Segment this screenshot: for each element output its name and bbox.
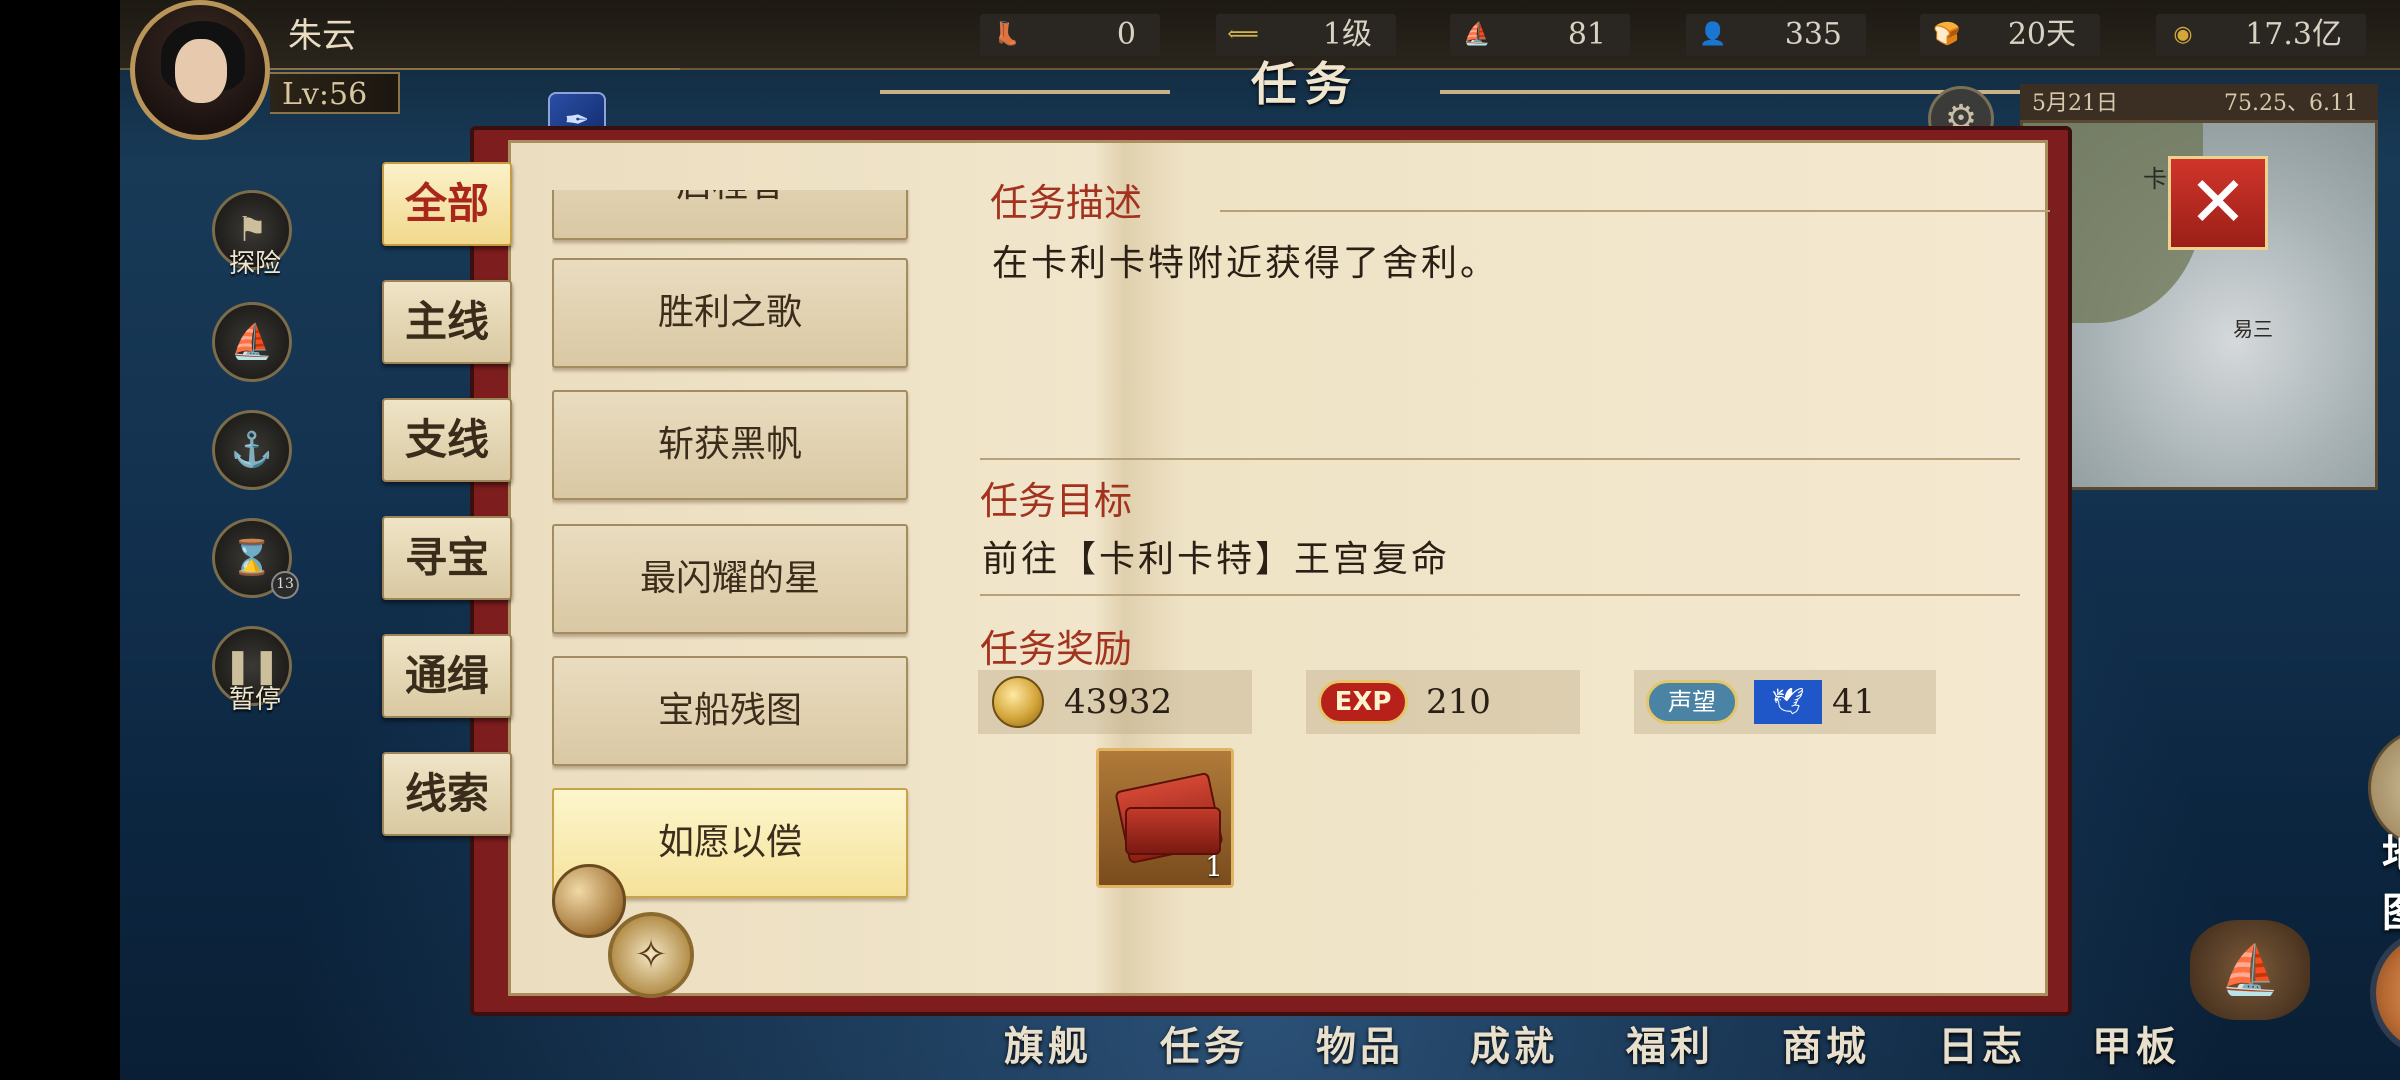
boot-resource[interactable]: 👢 0: [980, 14, 1160, 56]
nav-flagship[interactable]: 旗舰: [1004, 1014, 1092, 1072]
nav-log[interactable]: 日志: [1938, 1014, 2026, 1072]
explore-flag-icon: ⚑: [236, 210, 268, 250]
sail-icon: ⛵: [230, 322, 274, 362]
reputation-badge-icon: 声望: [1646, 680, 1738, 724]
resource-value: 20天: [2007, 17, 2076, 52]
nav-achievements[interactable]: 成就: [1470, 1014, 1558, 1072]
ship-icon[interactable]: ⛵: [2190, 920, 2310, 1020]
resource-value: 81: [1567, 17, 1606, 52]
food-resource[interactable]: 🍞 20天: [1920, 14, 2100, 56]
gold-reward-value: 43932: [1064, 682, 1173, 722]
pause-label: 暂停: [228, 685, 281, 715]
nav-welfare[interactable]: 福利: [1626, 1014, 1714, 1072]
title-wing-right: [1440, 90, 2020, 94]
description-title: 任务描述: [990, 181, 1143, 225]
sailor-icon: 👤: [1699, 22, 1727, 47]
map-button-label[interactable]: 地图: [2382, 822, 2400, 938]
reward-item-slot[interactable]: 1: [1096, 748, 1234, 888]
avatar-face: [175, 39, 227, 103]
boot-icon: 👢: [993, 22, 1021, 47]
player-level: Lv:56: [270, 72, 400, 114]
nav-quests[interactable]: 任务: [1160, 1014, 1248, 1072]
rank-icon: ⟸: [1227, 22, 1259, 47]
quest-item[interactable]: 最闪耀的星: [552, 524, 908, 634]
minimap-header: 5月21日 75.25、6.11: [2020, 84, 2378, 124]
nav-shop[interactable]: 商城: [1782, 1014, 1870, 1072]
divider: [1220, 210, 2050, 212]
resource-value: 335: [1784, 17, 1842, 52]
tab-all[interactable]: 全部: [382, 162, 512, 246]
reward-title: 任务奖励: [980, 627, 1133, 671]
sailor-resource[interactable]: 👤 335: [1686, 14, 1866, 56]
goal-title: 任务目标: [980, 479, 1133, 523]
player-name: 朱云: [288, 16, 356, 56]
sail-button[interactable]: ⛵: [212, 302, 292, 382]
pause-icon: ❚❚: [223, 646, 281, 686]
compass-icon[interactable]: ✧: [608, 912, 694, 998]
exp-reward-value: 210: [1426, 682, 1491, 722]
explore-button[interactable]: ⚑ 探险: [212, 190, 292, 279]
nav-deck[interactable]: 甲板: [2092, 1014, 2180, 1072]
quest-list[interactable]: 启程者 胜利之歌 斩获黑帆 最闪耀的星 宝船残图 如愿以偿: [552, 190, 922, 920]
title-wing-left: [880, 90, 1170, 94]
goal-text: 前往【卡利卡特】王宫复命: [982, 539, 1451, 580]
hourglass-icon: ⌛: [230, 538, 274, 578]
quest-item[interactable]: 启程者: [552, 190, 908, 240]
hourglass-button[interactable]: ⌛ 13: [212, 518, 299, 599]
anchor-icon: ⚓: [230, 430, 274, 470]
tab-side[interactable]: 支线: [382, 398, 512, 482]
exp-badge-icon: EXP: [1318, 680, 1408, 724]
ship-icon: ⛵: [1463, 22, 1491, 47]
reputation-reward: 声望 🕊 41: [1634, 670, 1936, 734]
panel-title: 任务: [1251, 57, 1359, 111]
hourglass-badge: 13: [271, 571, 299, 599]
quest-item[interactable]: 宝船残图: [552, 656, 908, 766]
game-date: 5月21日: [2032, 91, 2118, 116]
gold-coin-icon: [992, 676, 1044, 728]
game-screen: 朱云 👢 0 ⟸ 1级 ⛵ 81 👤 335 🍞 20天 ◉ 17.3亿 Lv:…: [120, 0, 2400, 1080]
crossed-swords-icon[interactable]: ✕: [2370, 928, 2400, 1058]
bread-icon: 🍞: [1933, 22, 1961, 47]
divider: [980, 594, 2020, 596]
exp-reward: EXP 210: [1306, 670, 1580, 734]
resource-value: 17.3亿: [2245, 17, 2342, 52]
tab-treasure[interactable]: 寻宝: [382, 516, 512, 600]
item-quantity: 1: [1205, 850, 1223, 883]
ship-resource[interactable]: ⛵ 81: [1450, 14, 1630, 56]
anchor-button[interactable]: ⚓: [212, 410, 292, 490]
coin-icon: ◉: [2173, 22, 2193, 47]
minimap-label: 易三: [2233, 317, 2273, 341]
ship-coordinates: 75.25、6.11: [2224, 91, 2358, 116]
resource-value: 1级: [1322, 17, 1372, 52]
red-books-icon: [1125, 807, 1221, 855]
bird-flag-icon: 🕊: [1754, 680, 1822, 724]
quest-item[interactable]: 胜利之歌: [552, 258, 908, 368]
pause-button[interactable]: ❚❚ 暂停: [212, 626, 292, 715]
explore-label: 探险: [228, 249, 281, 279]
nav-items[interactable]: 物品: [1316, 1014, 1404, 1072]
resource-value: 0: [1116, 17, 1136, 52]
gold-reward: 43932: [978, 670, 1252, 734]
reputation-reward-value: 41: [1832, 682, 1876, 722]
divider: [980, 458, 2020, 460]
close-button[interactable]: ✕: [2168, 156, 2268, 250]
player-avatar[interactable]: [130, 0, 270, 140]
quest-item[interactable]: 斩获黑帆: [552, 390, 908, 500]
tab-wanted[interactable]: 通缉: [382, 634, 512, 718]
gold-resource[interactable]: ◉ 17.3亿: [2156, 14, 2366, 56]
description-text: 在卡利卡特附近获得了舍利。: [992, 243, 1500, 284]
tab-clues[interactable]: 线索: [382, 752, 512, 836]
spyglass-icon[interactable]: [552, 864, 626, 938]
tab-main[interactable]: 主线: [382, 280, 512, 364]
